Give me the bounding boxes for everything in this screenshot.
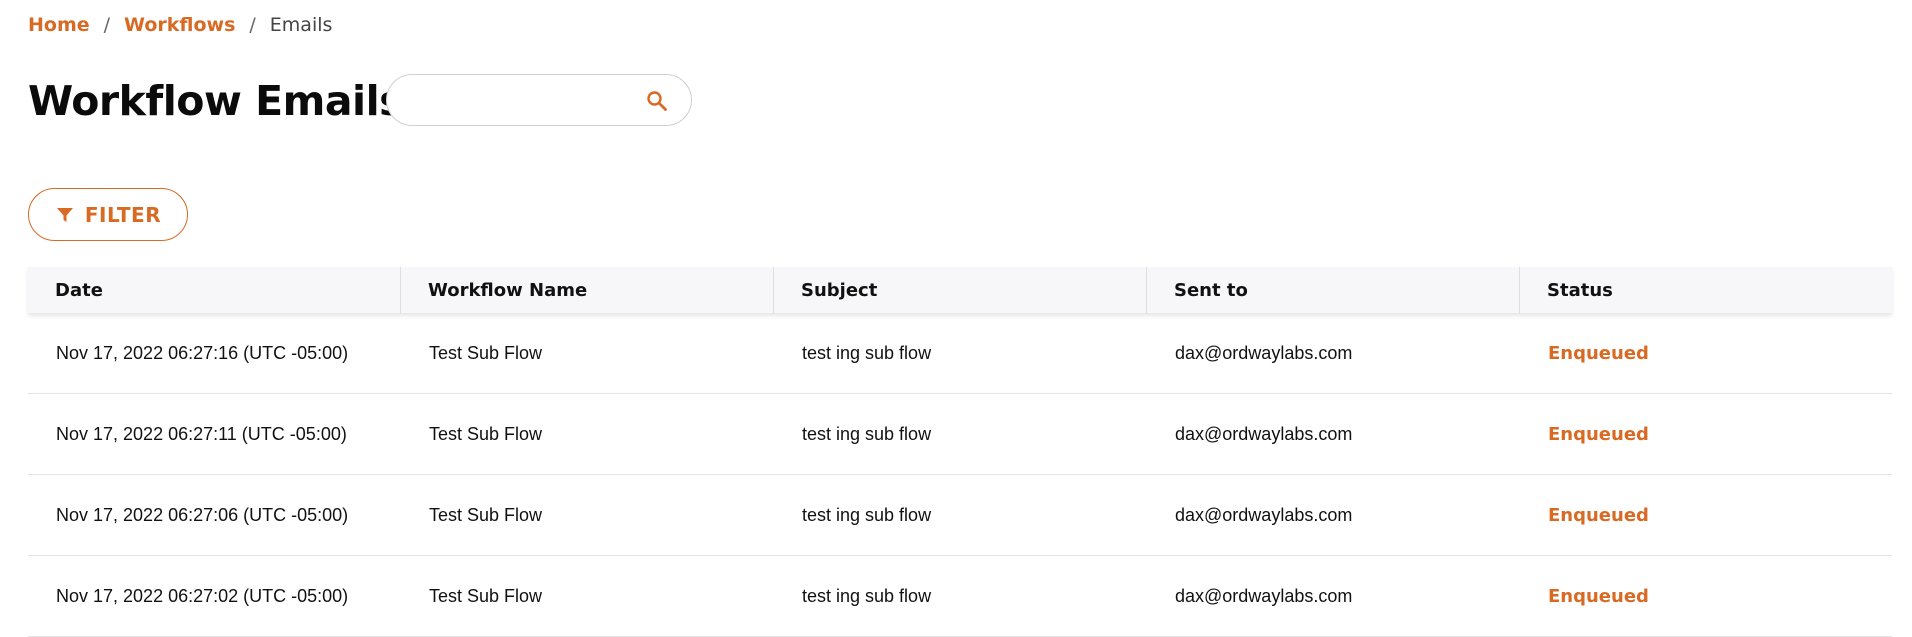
column-header-workflow-name[interactable]: Workflow Name [401, 267, 774, 313]
table-row[interactable]: Nov 17, 2022 06:27:11 (UTC -05:00) Test … [28, 394, 1892, 475]
breadcrumb: Home / Workflows / Emails [28, 12, 332, 38]
cell-sent-to: dax@ordwaylabs.com [1175, 585, 1353, 606]
filter-button-label: FILTER [84, 202, 162, 227]
table-row[interactable]: Nov 17, 2022 06:27:02 (UTC -05:00) Test … [28, 556, 1892, 637]
breadcrumb-separator: / [103, 14, 111, 36]
search-icon[interactable] [645, 89, 669, 113]
column-header-status[interactable]: Status [1520, 267, 1892, 313]
breadcrumb-workflows-link[interactable]: Workflows [124, 14, 235, 36]
column-header-sent-to[interactable]: Sent to [1147, 267, 1520, 313]
breadcrumb-separator: / [249, 14, 256, 36]
cell-date: Nov 17, 2022 06:27:11 (UTC -05:00) [56, 423, 347, 444]
page-title: Workflow Emails [28, 77, 404, 125]
column-header-subject[interactable]: Subject [774, 267, 1147, 313]
filter-icon [56, 207, 73, 222]
cell-workflow-name: Test Sub Flow [429, 504, 543, 525]
status-badge: Enqueued [1548, 342, 1649, 364]
cell-workflow-name: Test Sub Flow [429, 585, 543, 606]
column-header-date[interactable]: Date [28, 267, 401, 313]
table-row[interactable]: Nov 17, 2022 06:27:06 (UTC -05:00) Test … [28, 475, 1892, 556]
table-row[interactable]: Nov 17, 2022 06:27:16 (UTC -05:00) Test … [28, 313, 1892, 394]
cell-subject: test ing sub flow [802, 342, 932, 363]
breadcrumb-current: Emails [269, 14, 333, 36]
cell-workflow-name: Test Sub Flow [429, 423, 543, 444]
table-header: Date Workflow Name Subject Sent to Statu… [28, 267, 1892, 313]
filter-button[interactable]: FILTER [28, 188, 188, 241]
cell-subject: test ing sub flow [802, 423, 932, 444]
cell-sent-to: dax@ordwaylabs.com [1175, 342, 1353, 363]
emails-table: Date Workflow Name Subject Sent to Statu… [28, 267, 1892, 637]
status-badge: Enqueued [1548, 504, 1649, 526]
cell-workflow-name: Test Sub Flow [429, 342, 543, 363]
breadcrumb-home-link[interactable]: Home [28, 14, 90, 36]
cell-date: Nov 17, 2022 06:27:06 (UTC -05:00) [56, 504, 349, 525]
cell-subject: test ing sub flow [802, 504, 932, 525]
status-badge: Enqueued [1548, 423, 1649, 445]
search-box [386, 74, 692, 126]
status-badge: Enqueued [1548, 585, 1649, 607]
cell-date: Nov 17, 2022 06:27:16 (UTC -05:00) [56, 342, 349, 363]
workflow-emails-page: Home / Workflows / Emails Workflow Email… [0, 0, 1912, 637]
cell-date: Nov 17, 2022 06:27:02 (UTC -05:00) [56, 585, 349, 606]
cell-sent-to: dax@ordwaylabs.com [1175, 504, 1353, 525]
cell-subject: test ing sub flow [802, 585, 932, 606]
cell-sent-to: dax@ordwaylabs.com [1175, 423, 1353, 444]
search-input[interactable] [407, 85, 641, 117]
